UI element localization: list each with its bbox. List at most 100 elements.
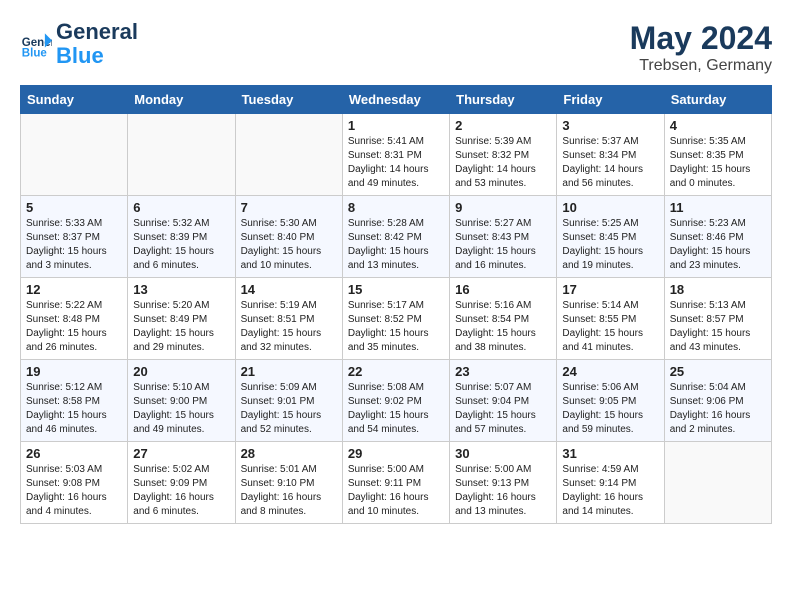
calendar-cell: 2 Sunrise: 5:39 AM Sunset: 8:32 PM Daylig… xyxy=(450,114,557,196)
day-header-tuesday: Tuesday xyxy=(235,86,342,114)
calendar-cell: 20 Sunrise: 5:10 AM Sunset: 9:00 PM Dayli… xyxy=(128,360,235,442)
calendar-cell: 22Sunrise: 5:08 AM Sunset: 9:02 PM Dayli… xyxy=(342,360,449,442)
calendar-cell: 27 Sunrise: 5:02 AM Sunset: 9:09 PM Dayli… xyxy=(128,442,235,524)
day-number: 1 xyxy=(348,118,444,133)
day-number: 28 xyxy=(241,446,337,461)
day-info: Sunrise: 5:07 AM Sunset: 9:04 PM Dayligh… xyxy=(455,381,551,437)
day-header-monday: Monday xyxy=(128,86,235,114)
calendar-cell: 5 Sunrise: 5:33 AM Sunset: 8:37 PM Daylig… xyxy=(21,196,128,278)
month-year: May 2024 xyxy=(630,20,772,57)
day-number: 15 xyxy=(348,282,444,297)
day-info: Sunrise: 5:33 AM Sunset: 8:37 PM Dayligh… xyxy=(26,217,122,273)
day-number: 4 xyxy=(670,118,766,133)
day-number: 11 xyxy=(670,200,766,215)
week-row-2: 5 Sunrise: 5:33 AM Sunset: 8:37 PM Daylig… xyxy=(21,196,772,278)
calendar-cell: 10Sunrise: 5:25 AM Sunset: 8:45 PM Dayli… xyxy=(557,196,664,278)
week-row-1: 1Sunrise: 5:41 AM Sunset: 8:31 PM Daylig… xyxy=(21,114,772,196)
calendar-cell: 8 Sunrise: 5:28 AM Sunset: 8:42 PM Daylig… xyxy=(342,196,449,278)
day-number: 13 xyxy=(133,282,229,297)
calendar-cell: 19 Sunrise: 5:12 AM Sunset: 8:58 PM Dayli… xyxy=(21,360,128,442)
calendar-cell: 23 Sunrise: 5:07 AM Sunset: 9:04 PM Dayli… xyxy=(450,360,557,442)
day-info: Sunrise: 5:00 AM Sunset: 9:11 PM Dayligh… xyxy=(348,463,444,519)
day-info: Sunrise: 5:39 AM Sunset: 8:32 PM Dayligh… xyxy=(455,135,551,191)
day-info: Sunrise: 5:22 AM Sunset: 8:48 PM Dayligh… xyxy=(26,299,122,355)
day-number: 20 xyxy=(133,364,229,379)
logo: General Blue General Blue xyxy=(20,20,138,68)
day-number: 8 xyxy=(348,200,444,215)
calendar-cell: 18Sunrise: 5:13 AM Sunset: 8:57 PM Dayli… xyxy=(664,278,771,360)
location: Trebsen, Germany xyxy=(630,57,772,75)
calendar-cell: 1Sunrise: 5:41 AM Sunset: 8:31 PM Daylig… xyxy=(342,114,449,196)
day-header-sunday: Sunday xyxy=(21,86,128,114)
day-number: 2 xyxy=(455,118,551,133)
calendar-cell: 15 Sunrise: 5:17 AM Sunset: 8:52 PM Dayli… xyxy=(342,278,449,360)
calendar-cell: 24Sunrise: 5:06 AM Sunset: 9:05 PM Dayli… xyxy=(557,360,664,442)
calendar-cell: 30 Sunrise: 5:00 AM Sunset: 9:13 PM Dayli… xyxy=(450,442,557,524)
day-info: Sunrise: 5:30 AM Sunset: 8:40 PM Dayligh… xyxy=(241,217,337,273)
day-number: 19 xyxy=(26,364,122,379)
calendar-cell xyxy=(235,114,342,196)
calendar-cell xyxy=(21,114,128,196)
day-number: 27 xyxy=(133,446,229,461)
calendar-cell: 13 Sunrise: 5:20 AM Sunset: 8:49 PM Dayli… xyxy=(128,278,235,360)
calendar-body: 1Sunrise: 5:41 AM Sunset: 8:31 PM Daylig… xyxy=(21,114,772,524)
week-row-5: 26 Sunrise: 5:03 AM Sunset: 9:08 PM Dayli… xyxy=(21,442,772,524)
calendar-table: SundayMondayTuesdayWednesdayThursdayFrid… xyxy=(20,85,772,524)
day-info: Sunrise: 5:37 AM Sunset: 8:34 PM Dayligh… xyxy=(562,135,658,191)
day-info: Sunrise: 4:59 AM Sunset: 9:14 PM Dayligh… xyxy=(562,463,658,519)
title-block: May 2024 Trebsen, Germany xyxy=(630,20,772,75)
day-number: 29 xyxy=(348,446,444,461)
calendar-cell: 12Sunrise: 5:22 AM Sunset: 8:48 PM Dayli… xyxy=(21,278,128,360)
day-info: Sunrise: 5:28 AM Sunset: 8:42 PM Dayligh… xyxy=(348,217,444,273)
day-number: 30 xyxy=(455,446,551,461)
calendar-cell: 28 Sunrise: 5:01 AM Sunset: 9:10 PM Dayli… xyxy=(235,442,342,524)
svg-text:Blue: Blue xyxy=(22,48,48,60)
calendar-cell: 7 Sunrise: 5:30 AM Sunset: 8:40 PM Daylig… xyxy=(235,196,342,278)
day-number: 25 xyxy=(670,364,766,379)
calendar-cell xyxy=(664,442,771,524)
day-info: Sunrise: 5:17 AM Sunset: 8:52 PM Dayligh… xyxy=(348,299,444,355)
day-number: 14 xyxy=(241,282,337,297)
calendar-cell: 31 Sunrise: 4:59 AM Sunset: 9:14 PM Dayli… xyxy=(557,442,664,524)
day-header-friday: Friday xyxy=(557,86,664,114)
day-info: Sunrise: 5:13 AM Sunset: 8:57 PM Dayligh… xyxy=(670,299,766,355)
day-info: Sunrise: 5:25 AM Sunset: 8:45 PM Dayligh… xyxy=(562,217,658,273)
calendar-cell: 29 Sunrise: 5:00 AM Sunset: 9:11 PM Dayli… xyxy=(342,442,449,524)
day-info: Sunrise: 5:16 AM Sunset: 8:54 PM Dayligh… xyxy=(455,299,551,355)
day-info: Sunrise: 5:06 AM Sunset: 9:05 PM Dayligh… xyxy=(562,381,658,437)
day-info: Sunrise: 5:20 AM Sunset: 8:49 PM Dayligh… xyxy=(133,299,229,355)
day-header-saturday: Saturday xyxy=(664,86,771,114)
day-info: Sunrise: 5:10 AM Sunset: 9:00 PM Dayligh… xyxy=(133,381,229,437)
day-number: 31 xyxy=(562,446,658,461)
day-info: Sunrise: 5:08 AM Sunset: 9:02 PM Dayligh… xyxy=(348,381,444,437)
calendar-cell xyxy=(128,114,235,196)
calendar-cell: 9Sunrise: 5:27 AM Sunset: 8:43 PM Daylig… xyxy=(450,196,557,278)
day-info: Sunrise: 5:23 AM Sunset: 8:46 PM Dayligh… xyxy=(670,217,766,273)
day-number: 7 xyxy=(241,200,337,215)
day-number: 16 xyxy=(455,282,551,297)
day-info: Sunrise: 5:02 AM Sunset: 9:09 PM Dayligh… xyxy=(133,463,229,519)
logo-text: General Blue xyxy=(56,20,138,68)
week-row-4: 19 Sunrise: 5:12 AM Sunset: 8:58 PM Dayli… xyxy=(21,360,772,442)
day-number: 5 xyxy=(26,200,122,215)
day-info: Sunrise: 5:01 AM Sunset: 9:10 PM Dayligh… xyxy=(241,463,337,519)
day-number: 17 xyxy=(562,282,658,297)
calendar-cell: 4Sunrise: 5:35 AM Sunset: 8:35 PM Daylig… xyxy=(664,114,771,196)
day-number: 23 xyxy=(455,364,551,379)
calendar-cell: 11 Sunrise: 5:23 AM Sunset: 8:46 PM Dayli… xyxy=(664,196,771,278)
calendar-cell: 26 Sunrise: 5:03 AM Sunset: 9:08 PM Dayli… xyxy=(21,442,128,524)
day-info: Sunrise: 5:19 AM Sunset: 8:51 PM Dayligh… xyxy=(241,299,337,355)
day-info: Sunrise: 5:03 AM Sunset: 9:08 PM Dayligh… xyxy=(26,463,122,519)
day-info: Sunrise: 5:00 AM Sunset: 9:13 PM Dayligh… xyxy=(455,463,551,519)
calendar-header-row: SundayMondayTuesdayWednesdayThursdayFrid… xyxy=(21,86,772,114)
calendar-cell: 6Sunrise: 5:32 AM Sunset: 8:39 PM Daylig… xyxy=(128,196,235,278)
calendar-cell: 3Sunrise: 5:37 AM Sunset: 8:34 PM Daylig… xyxy=(557,114,664,196)
day-header-thursday: Thursday xyxy=(450,86,557,114)
day-number: 26 xyxy=(26,446,122,461)
calendar-cell: 17Sunrise: 5:14 AM Sunset: 8:55 PM Dayli… xyxy=(557,278,664,360)
day-info: Sunrise: 5:12 AM Sunset: 8:58 PM Dayligh… xyxy=(26,381,122,437)
calendar-cell: 14 Sunrise: 5:19 AM Sunset: 8:51 PM Dayli… xyxy=(235,278,342,360)
calendar-cell: 25Sunrise: 5:04 AM Sunset: 9:06 PM Dayli… xyxy=(664,360,771,442)
day-number: 21 xyxy=(241,364,337,379)
logo-icon: General Blue xyxy=(20,28,52,60)
